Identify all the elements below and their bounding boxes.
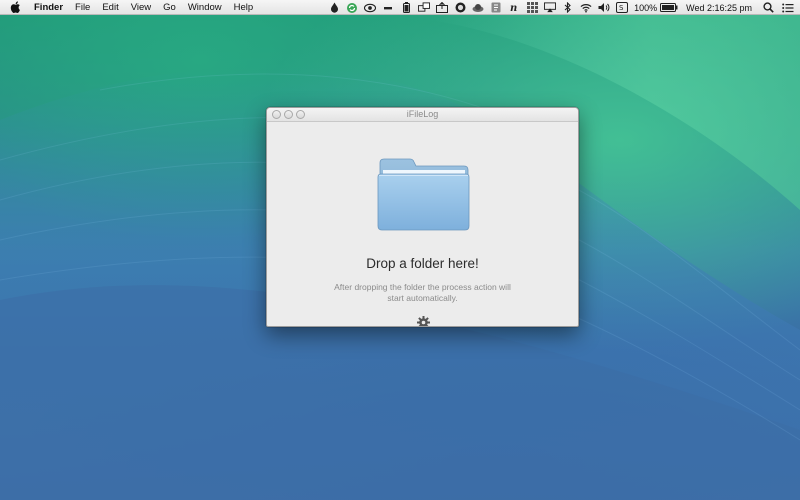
folder-icon [376,155,471,233]
menu-bar: Finder File Edit View Go Window Help n S… [0,0,800,15]
airplay-icon[interactable] [544,2,557,14]
gear-icon [416,315,430,326]
svg-text:S: S [619,4,624,12]
apple-logo-icon [10,1,20,13]
svg-text:n: n [510,3,517,13]
menu-window[interactable]: Window [188,2,222,13]
description-line-2: start automatically. [387,293,458,303]
window-title: iFileLog [406,109,439,119]
menu-edit[interactable]: Edit [102,2,118,13]
menu-file[interactable]: File [75,2,90,13]
bluetooth-icon[interactable] [562,2,574,14]
battery-icon[interactable] [660,2,678,14]
volume-icon[interactable] [598,2,610,14]
hat-icon[interactable] [472,2,484,14]
record-icon[interactable] [454,2,466,14]
window-titlebar[interactable]: iFileLog [267,108,578,122]
wifi-icon[interactable] [580,2,592,14]
menu-view[interactable]: View [131,2,151,13]
apple-menu-button[interactable] [10,1,22,13]
script-n-icon[interactable]: n [508,2,520,14]
drop-folder-heading: Drop a folder here! [366,256,479,271]
grid-icon[interactable] [526,2,538,14]
screens-icon[interactable] [418,2,431,14]
sync-icon[interactable] [346,2,358,14]
spotlight-search-icon[interactable] [762,2,774,14]
input-source-icon[interactable]: S [616,2,629,14]
notification-center-icon[interactable] [782,2,794,14]
minus-bar-icon[interactable] [382,2,394,14]
status-menu-area: n S 100% Wed 2:16:25 pm [322,0,794,15]
upload-box-icon[interactable] [436,2,449,14]
battery-small-icon[interactable] [400,2,412,14]
menubar-clock[interactable]: Wed 2:16:25 pm [686,3,752,13]
ifilelog-window: iFileLog Drop a folder here! After dropp… [266,107,579,327]
description-line-1: After dropping the folder the process ac… [334,282,511,292]
menu-finder[interactable]: Finder [34,2,63,13]
battery-percentage[interactable]: 100% [634,3,657,13]
menu-help[interactable]: Help [234,2,254,13]
card-icon[interactable] [490,2,502,14]
menu-go[interactable]: Go [163,2,176,13]
drop-icon[interactable] [328,2,340,14]
eye-icon[interactable] [364,2,377,14]
settings-button[interactable] [415,314,431,326]
drop-folder-description: After dropping the folder the process ac… [307,282,538,304]
drop-zone[interactable]: Drop a folder here! After dropping the f… [267,122,578,326]
